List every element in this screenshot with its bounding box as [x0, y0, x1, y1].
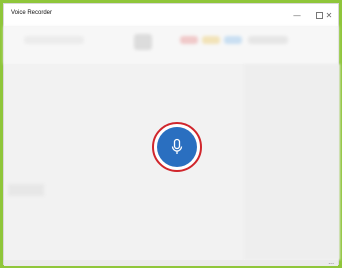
toolbar-background — [4, 26, 338, 64]
status-bar — [4, 260, 338, 266]
more-options-icon[interactable]: ... — [328, 259, 334, 266]
microphone-icon — [171, 138, 183, 154]
side-panel — [244, 64, 340, 260]
app-title: Voice Recorder — [11, 10, 53, 16]
voice-recorder-window: Voice Recorder — ✕ ... — [3, 3, 340, 266]
close-button[interactable]: ✕ — [318, 4, 340, 26]
record-button[interactable] — [157, 127, 197, 167]
minimize-icon: — — [293, 10, 301, 20]
recording-list-item — [8, 184, 44, 196]
title-bar: Voice Recorder — ✕ — [4, 4, 338, 26]
minimize-button[interactable]: — — [286, 4, 308, 26]
recordings-pane — [4, 64, 244, 260]
close-icon: ✕ — [325, 10, 333, 20]
